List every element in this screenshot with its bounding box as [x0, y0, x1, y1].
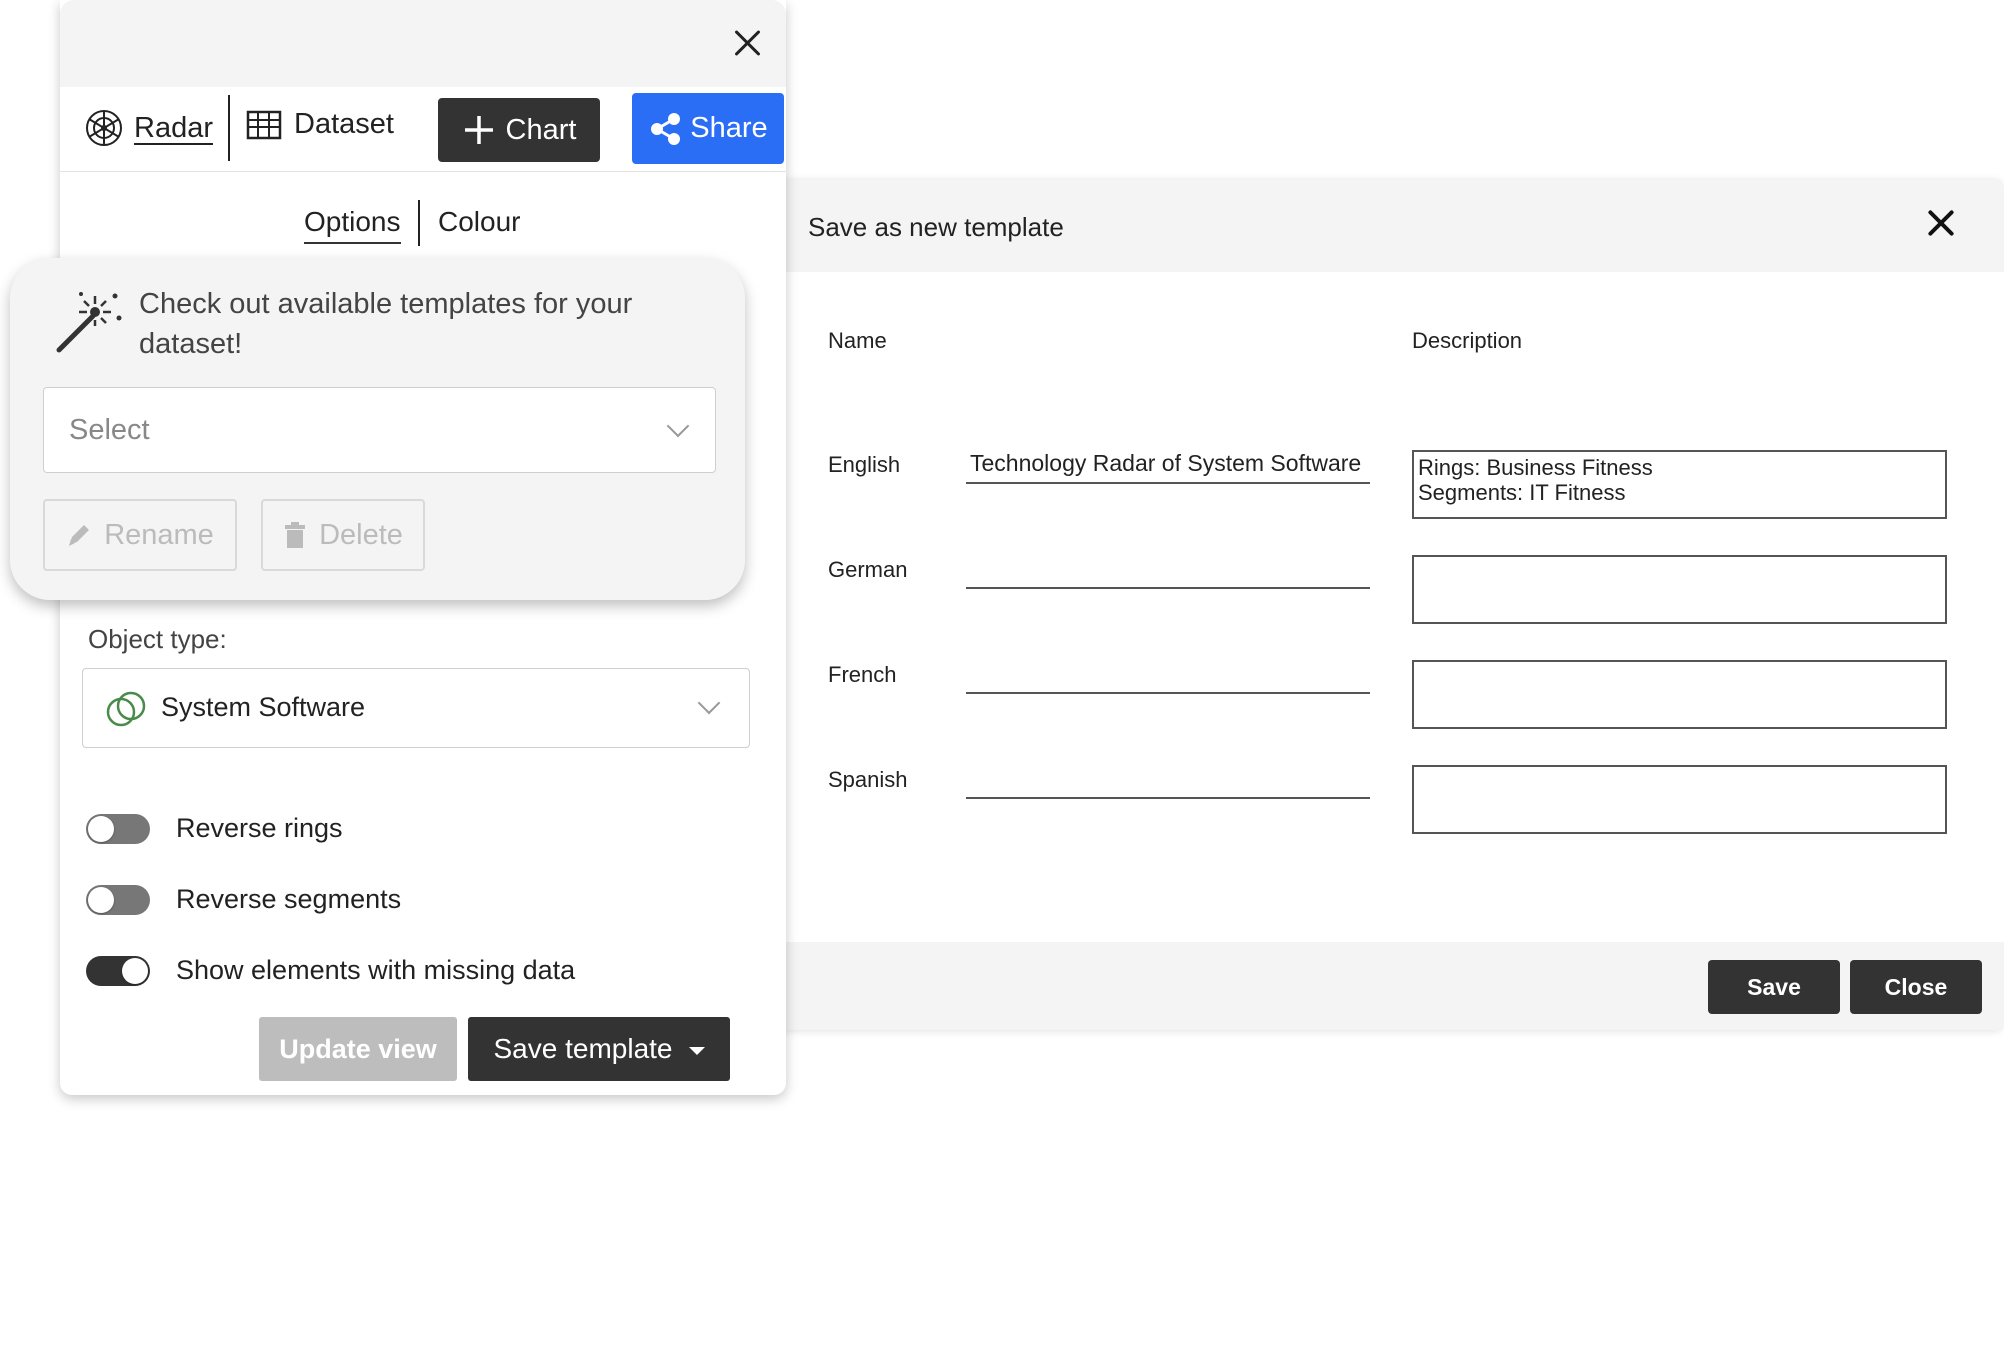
description-input-german[interactable] [1412, 555, 1947, 624]
share-label: Share [690, 112, 768, 144]
table-icon [246, 110, 282, 139]
language-label-german: German [828, 557, 908, 582]
templates-popover: Check out available templates for your d… [10, 258, 745, 600]
update-view-button[interactable]: Update view [259, 1017, 457, 1081]
description-column-header: Description [1412, 328, 1523, 353]
panel-top-bar [60, 0, 786, 87]
save-template-dialog: Save as new template Name Description En… [760, 178, 2004, 1030]
reverse-rings-label: Reverse rings [176, 813, 343, 843]
tab-radar-label: Radar [134, 111, 213, 144]
rename-button[interactable]: Rename [43, 499, 237, 571]
name-input-french[interactable] [966, 654, 1370, 694]
subtab-separator [418, 200, 420, 246]
name-input-english[interactable] [966, 444, 1370, 484]
caret-down-icon [688, 1047, 705, 1055]
toggle-row-missing-data: Show elements with missing data [86, 955, 575, 986]
tab-colour[interactable]: Colour [438, 206, 520, 238]
tab-options[interactable]: Options [304, 206, 401, 244]
toggle-row-reverse-segments: Reverse segments [86, 884, 401, 915]
toggle-row-reverse-rings: Reverse rings [86, 813, 343, 844]
name-input-german[interactable] [966, 549, 1370, 589]
reverse-segments-toggle[interactable] [86, 884, 150, 915]
dialog-title: Save as new template [808, 212, 1064, 242]
reverse-rings-toggle[interactable] [86, 813, 150, 844]
add-chart-button[interactable]: Chart [438, 98, 600, 162]
tab-dataset-label: Dataset [294, 108, 394, 140]
delete-button[interactable]: Delete [261, 499, 425, 571]
toolbar-divider [60, 171, 786, 172]
language-label-french: French [828, 662, 897, 687]
name-column-header: Name [828, 328, 887, 353]
save-template-button[interactable]: Save template [468, 1017, 730, 1081]
chevron-down-icon [697, 691, 721, 715]
radar-icon [86, 110, 122, 146]
tab-radar[interactable]: Radar [84, 108, 213, 148]
plus-icon [464, 116, 493, 144]
share-icon [651, 112, 681, 145]
reverse-segments-label: Reverse segments [176, 884, 402, 914]
magic-wand-icon [56, 292, 122, 353]
language-label-spanish: Spanish [828, 767, 908, 792]
object-type-label: Object type: [88, 624, 227, 654]
description-input-french[interactable] [1412, 660, 1947, 729]
dialog-header: Save as new template [760, 178, 2004, 272]
dialog-footer: Save Close [760, 942, 2004, 1030]
save-button[interactable]: Save [1708, 960, 1840, 1014]
dialog-close-icon[interactable] [1922, 204, 1960, 242]
rename-label: Rename [104, 518, 214, 551]
description-input-spanish[interactable] [1412, 765, 1947, 834]
add-chart-label: Chart [505, 113, 577, 146]
template-select-placeholder: Select [69, 414, 150, 446]
show-missing-data-toggle[interactable] [86, 955, 150, 986]
tab-dataset[interactable]: Dataset [246, 108, 394, 141]
pencil-icon [69, 525, 90, 546]
delete-label: Delete [319, 518, 403, 551]
toolbar-separator [228, 95, 230, 161]
panel-close-icon[interactable] [732, 26, 764, 58]
language-label-english: English [828, 452, 901, 477]
object-type-circles-icon [106, 691, 146, 727]
chevron-down-icon [666, 414, 690, 438]
description-input-english[interactable]: Rings: Business Fitness Segments: IT Fit… [1412, 450, 1947, 519]
templates-message: Check out available templates for your d… [139, 288, 633, 360]
object-type-select[interactable]: System Software [82, 668, 750, 748]
name-input-spanish[interactable] [966, 759, 1370, 799]
show-missing-data-label: Show elements with missing data [176, 955, 576, 985]
close-button[interactable]: Close [1850, 960, 1982, 1014]
trash-icon [285, 522, 306, 548]
object-type-value: System Software [161, 692, 366, 722]
save-template-label: Save template [493, 1033, 673, 1064]
template-select[interactable]: Select [43, 387, 716, 473]
share-button[interactable]: Share [632, 93, 784, 164]
